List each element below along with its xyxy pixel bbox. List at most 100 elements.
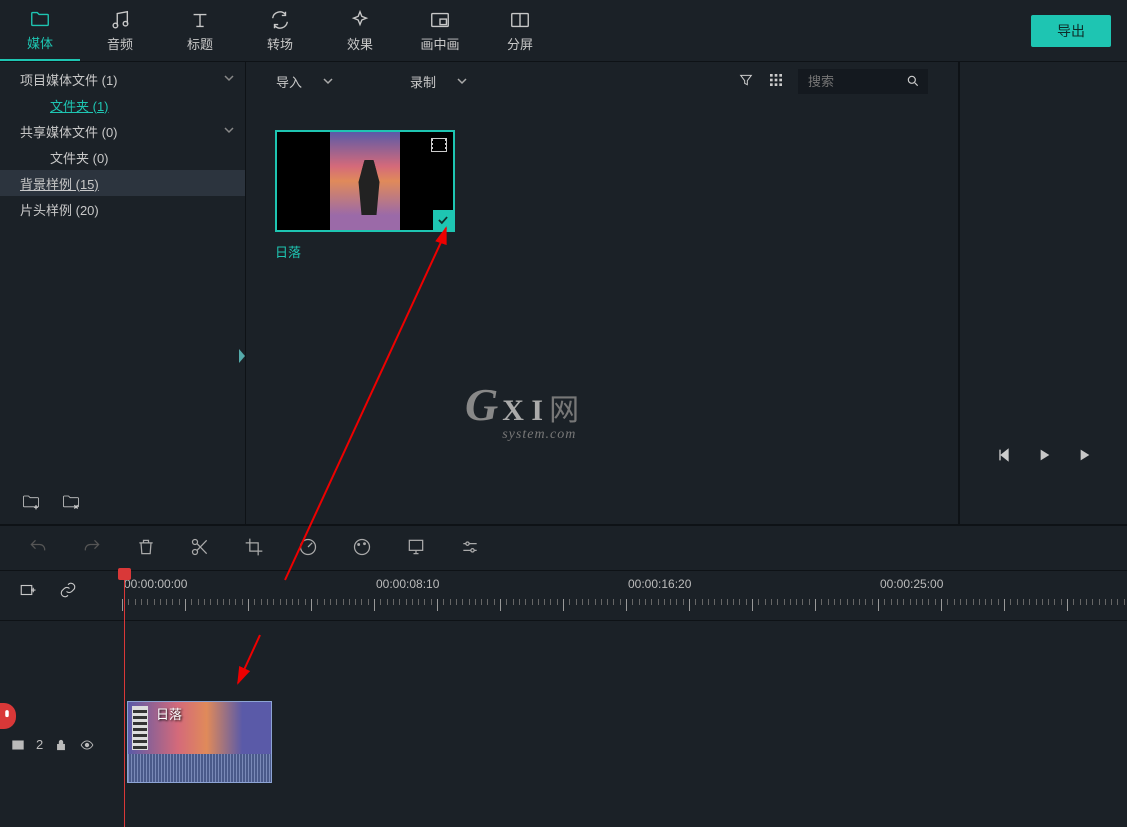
tab-label: 媒体 [27, 33, 53, 52]
folder-plus-icon [20, 491, 42, 511]
tab-label: 转场 [267, 34, 293, 53]
crop-button[interactable] [244, 537, 264, 560]
link-button[interactable] [58, 581, 78, 602]
track-number: 2 [36, 737, 43, 752]
sidebar-item-folder-1[interactable]: 文件夹 (1) [0, 92, 245, 118]
green-screen-button[interactable] [406, 537, 426, 560]
sidebar-label: 项目媒体文件 (1) [20, 70, 118, 89]
search-icon [906, 74, 920, 88]
chevron-down-icon [223, 124, 235, 139]
link-icon [58, 581, 78, 599]
timeline-ruler[interactable]: 00:00:00:00 00:00:08:10 00:00:16:20 00:0… [122, 571, 1127, 620]
lock-icon[interactable] [53, 738, 69, 752]
playhead[interactable] [124, 571, 125, 827]
time-label: 00:00:25:00 [880, 577, 943, 591]
time-label: 00:00:08:10 [376, 577, 439, 591]
music-icon [109, 9, 131, 31]
tab-label: 标题 [187, 34, 213, 53]
timeline-header: 00:00:00:00 00:00:08:10 00:00:16:20 00:0… [0, 570, 1127, 620]
new-folder-button[interactable] [20, 491, 42, 514]
media-toolbar: 导入 录制 [246, 62, 958, 100]
sidebar-item-folder-0[interactable]: 文件夹 (0) [0, 144, 245, 170]
palette-icon [352, 537, 372, 557]
eye-icon[interactable] [79, 738, 95, 752]
play-icon [1036, 447, 1052, 463]
search-wrap [798, 69, 928, 94]
undo-button[interactable] [28, 537, 48, 560]
next-frame-button[interactable] [1076, 447, 1092, 466]
media-thumbnail[interactable] [275, 130, 455, 232]
sidebar-item-shared-media[interactable]: 共享媒体文件 (0) [0, 118, 245, 144]
text-icon [189, 9, 211, 31]
gauge-icon [298, 537, 318, 557]
play-forward-icon [1076, 447, 1092, 463]
prev-frame-button[interactable] [996, 447, 1012, 466]
ruler-ticks [122, 599, 1127, 617]
play-button[interactable] [1036, 447, 1052, 466]
chevron-down-icon [456, 75, 468, 87]
trash-icon [136, 537, 156, 557]
tab-label: 分屏 [507, 34, 533, 53]
filter-icon [738, 72, 754, 88]
thumbnail-image [330, 132, 400, 230]
clip-video-track: 日落 [128, 702, 271, 754]
delete-folder-button[interactable] [60, 491, 82, 514]
redo-icon [82, 537, 102, 557]
screen-icon [406, 537, 426, 557]
grid-icon [768, 72, 784, 88]
refresh-icon [269, 9, 291, 31]
edit-toolbar [0, 524, 1127, 570]
sidebar-list: 项目媒体文件 (1) 文件夹 (1) 共享媒体文件 (0) 文件夹 (0) 背景… [0, 62, 245, 222]
scissors-icon [190, 537, 210, 557]
tab-title[interactable]: 标题 [160, 0, 240, 61]
sidebar-item-bg-samples[interactable]: 背景样例 (15) [0, 170, 245, 196]
pip-icon [429, 9, 451, 31]
time-label: 00:00:16:20 [628, 577, 691, 591]
dropdown-label: 导入 [276, 72, 302, 91]
sparkle-icon [349, 9, 371, 31]
preview-panel [960, 62, 1127, 524]
sidebar-label: 文件夹 (1) [50, 96, 109, 115]
tab-audio[interactable]: 音频 [80, 0, 160, 61]
tab-label: 画中画 [420, 34, 459, 53]
filter-button[interactable] [738, 72, 754, 91]
folder-icon [29, 8, 51, 30]
mute-indicator[interactable] [0, 703, 16, 729]
split-icon [509, 9, 531, 31]
chevron-down-icon [223, 72, 235, 87]
sidebar-label: 片头样例 (20) [20, 200, 99, 219]
tab-effects[interactable]: 效果 [320, 0, 400, 61]
grip-icon [239, 349, 245, 363]
video-type-icon [431, 138, 447, 152]
timeline-body: 2 日落 [0, 620, 1127, 826]
speed-button[interactable] [298, 537, 318, 560]
tab-label: 效果 [347, 34, 373, 53]
panel-resize-handle[interactable] [238, 347, 246, 365]
export-button[interactable]: 导出 [1031, 15, 1111, 47]
color-button[interactable] [352, 537, 372, 560]
import-dropdown[interactable]: 导入 [276, 72, 334, 91]
add-marker-button[interactable] [18, 581, 38, 602]
clip-filmstrip-icon [132, 706, 148, 750]
clip-label: 日落 [156, 704, 182, 723]
tab-split[interactable]: 分屏 [480, 0, 560, 61]
cut-button[interactable] [190, 537, 210, 560]
delete-button[interactable] [136, 537, 156, 560]
record-dropdown[interactable]: 录制 [410, 72, 468, 91]
sidebar-item-opening-samples[interactable]: 片头样例 (20) [0, 196, 245, 222]
chevron-down-icon [322, 75, 334, 87]
adjust-button[interactable] [460, 537, 480, 560]
timeline-clip[interactable]: 日落 [127, 701, 272, 783]
tab-label: 音频 [107, 34, 133, 53]
sidebar-item-project-media[interactable]: 项目媒体文件 (1) [0, 66, 245, 92]
sliders-icon [460, 537, 480, 557]
dropdown-label: 录制 [410, 72, 436, 91]
tab-transition[interactable]: 转场 [240, 0, 320, 61]
sidebar-label: 共享媒体文件 (0) [20, 122, 118, 141]
crop-icon [244, 537, 264, 557]
redo-button[interactable] [82, 537, 102, 560]
tab-media[interactable]: 媒体 [0, 0, 80, 61]
tab-pip[interactable]: 画中画 [400, 0, 480, 61]
grid-view-button[interactable] [768, 72, 784, 91]
used-check-icon [433, 210, 453, 230]
